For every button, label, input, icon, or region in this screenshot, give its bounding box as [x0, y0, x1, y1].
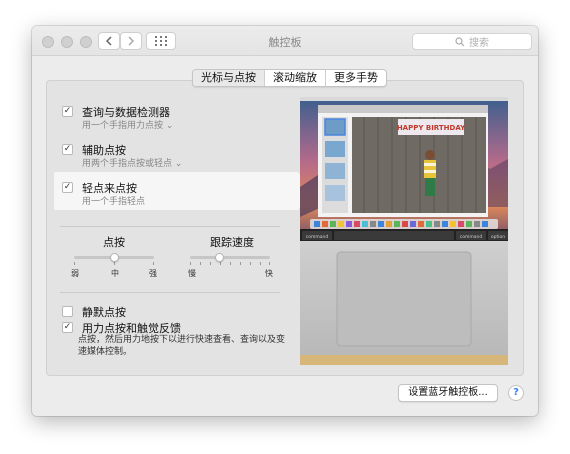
tracking-slider-knob[interactable]	[215, 253, 224, 262]
spacebar	[334, 231, 454, 240]
tracking-min-label: 慢	[188, 269, 196, 278]
app-window-toolbar	[318, 105, 488, 113]
setup-bluetooth-trackpad-button[interactable]: 设置蓝牙触控板...	[398, 384, 498, 402]
tick	[200, 262, 201, 265]
tick	[240, 262, 241, 265]
tick	[210, 262, 211, 265]
lookup-subtitle[interactable]: 用一个手指用力点按 ⌄	[82, 118, 173, 131]
trackpad-preview: HAPPY BIRTHDAY command command option	[300, 97, 508, 365]
divider	[60, 226, 280, 227]
title-bar: 触控板 搜索	[32, 26, 538, 56]
tab-bar: 光标与点按 滚动缩放 更多手势	[192, 69, 387, 87]
key-label: command	[460, 234, 483, 240]
tick	[260, 262, 261, 265]
child-head	[425, 150, 435, 160]
tick	[269, 262, 270, 265]
search-placeholder: 搜索	[469, 38, 489, 49]
click-slider-label: 点按	[103, 236, 125, 249]
tap-to-click-subtitle: 用一个手指轻点	[82, 197, 146, 207]
child-pants	[425, 178, 435, 196]
key-label: option	[491, 234, 505, 240]
lookup-checkbox[interactable]: ✓	[62, 106, 73, 117]
help-button[interactable]: ?	[508, 385, 524, 401]
tracking-max-label: 快	[265, 269, 273, 278]
tick	[220, 262, 221, 265]
search-input[interactable]: 搜索	[412, 33, 532, 50]
divider	[60, 292, 280, 293]
search-icon	[455, 36, 465, 46]
trackpad-surface	[336, 251, 472, 347]
silent-click-title: 静默点按	[82, 306, 126, 319]
tick	[153, 262, 154, 265]
click-max-label: 强	[149, 269, 157, 278]
child-shirt	[424, 160, 436, 178]
tick	[250, 262, 251, 265]
desk-edge	[300, 355, 508, 365]
banner-text: HAPPY BIRTHDAY	[397, 124, 466, 132]
shirt-stripe	[424, 170, 436, 173]
tap-to-click-checkbox[interactable]: ✓	[62, 182, 73, 193]
tab-point-click[interactable]: 光标与点按	[193, 70, 264, 86]
tracking-slider-track[interactable]	[190, 256, 270, 259]
slide-thumbnail	[324, 118, 346, 136]
secondary-click-checkbox[interactable]: ✓	[62, 144, 73, 155]
click-mid-label: 中	[111, 269, 119, 278]
shirt-stripe	[424, 163, 436, 166]
click-min-label: 弱	[71, 269, 79, 278]
tick	[190, 262, 191, 265]
slide-thumbnail	[325, 185, 345, 201]
preferences-window: 触控板 搜索 光标与点按 滚动缩放 更多手势 ✓ 查询与数据检测器 用一个手指用…	[32, 26, 538, 416]
force-click-checkbox[interactable]: ✓	[62, 322, 73, 333]
tick	[114, 262, 115, 265]
click-slider-knob[interactable]	[110, 253, 119, 262]
tab-more-gestures[interactable]: 更多手势	[325, 70, 386, 86]
slide-thumbnail	[325, 141, 345, 157]
tick	[74, 262, 75, 265]
key-label: command	[306, 234, 329, 240]
tick	[230, 262, 231, 265]
secondary-click-subtitle[interactable]: 用两个手指点按或轻点 ⌄	[82, 156, 182, 169]
tab-scroll-zoom[interactable]: 滚动缩放	[264, 70, 325, 86]
force-click-description: 点按，然后用力地按下以进行快速查看、查询以及变速媒体控制。	[78, 335, 286, 357]
slide-thumbnail	[325, 163, 345, 179]
tracking-slider-label: 跟踪速度	[210, 236, 254, 249]
menu-bar	[300, 97, 508, 101]
silent-click-checkbox[interactable]	[62, 306, 73, 317]
